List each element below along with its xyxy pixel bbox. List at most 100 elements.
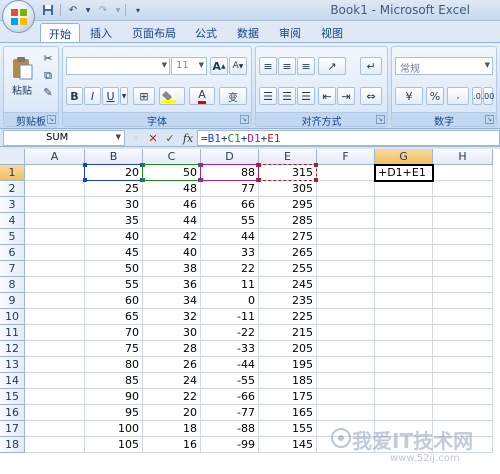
cell-h13[interactable] (433, 357, 493, 373)
row-header[interactable]: 13 (0, 357, 25, 373)
cell-h8[interactable] (433, 277, 493, 293)
cell-f16[interactable] (317, 405, 375, 421)
cell-f1[interactable] (317, 165, 375, 181)
cell-g15[interactable] (375, 389, 433, 405)
cell-a11[interactable] (25, 325, 85, 341)
undo-dropdown-icon[interactable]: ▼ (85, 2, 91, 18)
tab-formulas[interactable]: 公式 (187, 23, 225, 42)
cell-b3[interactable]: 30 (85, 197, 143, 213)
cell-b18[interactable]: 105 (85, 437, 143, 453)
column-header-b[interactable]: B (85, 149, 143, 165)
cell-b4[interactable]: 35 (85, 213, 143, 229)
cell-e15[interactable]: 175 (259, 389, 317, 405)
cell-f3[interactable] (317, 197, 375, 213)
cell-e1[interactable]: 315 (259, 165, 317, 181)
row-header[interactable]: 10 (0, 309, 25, 325)
number-launcher-icon[interactable]: ↘ (485, 115, 494, 124)
align-center-icon[interactable]: ☰ (278, 87, 296, 105)
cell-c18[interactable]: 16 (143, 437, 201, 453)
text-orientation-icon[interactable]: ↗ (318, 57, 346, 75)
cell-e10[interactable]: 225 (259, 309, 317, 325)
cell-e12[interactable]: 205 (259, 341, 317, 357)
row-header[interactable]: 17 (0, 421, 25, 437)
font-color-button[interactable]: A (189, 87, 215, 105)
cell-g3[interactable] (375, 197, 433, 213)
row-header[interactable]: 7 (0, 261, 25, 277)
enter-icon[interactable]: ✓ (163, 131, 177, 145)
cell-h12[interactable] (433, 341, 493, 357)
decrease-decimal-icon[interactable]: .00 (482, 87, 494, 105)
cell-f17[interactable] (317, 421, 375, 437)
cell-c10[interactable]: 32 (143, 309, 201, 325)
cell-g13[interactable] (375, 357, 433, 373)
select-all-corner[interactable] (0, 149, 25, 165)
cell-f7[interactable] (317, 261, 375, 277)
cancel-icon[interactable]: ✕ (146, 131, 160, 145)
office-button[interactable] (2, 0, 35, 33)
phonetic-button[interactable]: 变 (219, 87, 247, 105)
cell-e13[interactable]: 195 (259, 357, 317, 373)
tab-insert[interactable]: 插入 (82, 23, 120, 42)
cell-d9[interactable]: 0 (201, 293, 259, 309)
cell-d14[interactable]: -55 (201, 373, 259, 389)
row-header[interactable]: 8 (0, 277, 25, 293)
cell-b8[interactable]: 55 (85, 277, 143, 293)
align-bottom-icon[interactable]: ≡ (297, 57, 315, 75)
cell-d10[interactable]: -11 (201, 309, 259, 325)
align-middle-icon[interactable]: ≡ (278, 57, 296, 75)
name-box[interactable]: SUM ▼ (3, 130, 125, 146)
cell-d8[interactable]: 11 (201, 277, 259, 293)
row-header[interactable]: 12 (0, 341, 25, 357)
cell-h10[interactable] (433, 309, 493, 325)
clipboard-launcher-icon[interactable]: ↘ (47, 115, 56, 124)
cell-g18[interactable] (375, 437, 433, 453)
cell-f8[interactable] (317, 277, 375, 293)
cell-g14[interactable] (375, 373, 433, 389)
paste-button[interactable]: 粘贴 (7, 50, 37, 102)
cell-d3[interactable]: 66 (201, 197, 259, 213)
cell-c13[interactable]: 26 (143, 357, 201, 373)
cell-f2[interactable] (317, 181, 375, 197)
cell-d12[interactable]: -33 (201, 341, 259, 357)
cell-h17[interactable] (433, 421, 493, 437)
cell-g2[interactable] (375, 181, 433, 197)
cell-d13[interactable]: -44 (201, 357, 259, 373)
cell-b6[interactable]: 45 (85, 245, 143, 261)
cell-a15[interactable] (25, 389, 85, 405)
cell-e5[interactable]: 275 (259, 229, 317, 245)
cell-f15[interactable] (317, 389, 375, 405)
row-header[interactable]: 4 (0, 213, 25, 229)
cell-a8[interactable] (25, 277, 85, 293)
cell-h18[interactable] (433, 437, 493, 453)
row-header[interactable]: 1 (0, 165, 25, 181)
row-header[interactable]: 16 (0, 405, 25, 421)
cell-c12[interactable]: 28 (143, 341, 201, 357)
column-header-a[interactable]: A (25, 149, 85, 165)
cell-d17[interactable]: -88 (201, 421, 259, 437)
redo-icon[interactable]: ↷ (95, 2, 111, 18)
cell-e16[interactable]: 165 (259, 405, 317, 421)
cell-h4[interactable] (433, 213, 493, 229)
cell-d18[interactable]: -99 (201, 437, 259, 453)
row-header[interactable]: 18 (0, 437, 25, 453)
cell-a9[interactable] (25, 293, 85, 309)
cell-a10[interactable] (25, 309, 85, 325)
cell-g5[interactable] (375, 229, 433, 245)
tab-data[interactable]: 数据 (229, 23, 267, 42)
cell-f12[interactable] (317, 341, 375, 357)
decrease-indent-icon[interactable]: ⇤ (318, 87, 336, 105)
cell-e9[interactable]: 235 (259, 293, 317, 309)
cell-b10[interactable]: 65 (85, 309, 143, 325)
cell-a3[interactable] (25, 197, 85, 213)
tab-home[interactable]: 开始 (40, 23, 80, 42)
cell-c15[interactable]: 22 (143, 389, 201, 405)
cell-b17[interactable]: 100 (85, 421, 143, 437)
cell-c17[interactable]: 18 (143, 421, 201, 437)
increase-decimal-icon[interactable]: .0 (472, 87, 482, 105)
underline-dropdown-icon[interactable]: ▼ (120, 87, 128, 105)
alignment-launcher-icon[interactable]: ↘ (376, 115, 385, 124)
cell-c14[interactable]: 24 (143, 373, 201, 389)
underline-button[interactable]: U (102, 87, 119, 105)
cell-e6[interactable]: 265 (259, 245, 317, 261)
cell-e3[interactable]: 295 (259, 197, 317, 213)
